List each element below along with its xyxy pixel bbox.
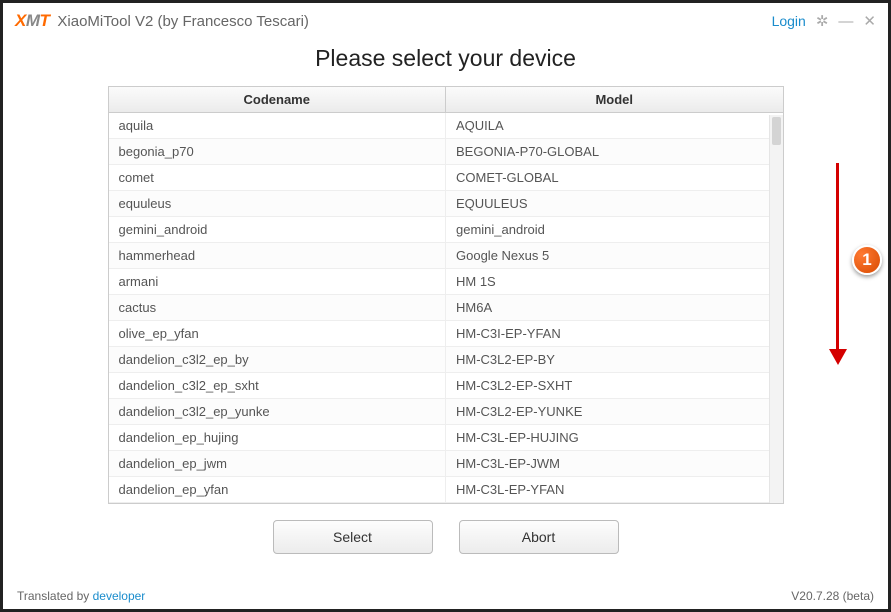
minimize-icon[interactable]: — xyxy=(838,13,853,30)
cell-codename: dandelion_ep_hujing xyxy=(109,425,447,451)
cell-model: BEGONIA-P70-GLOBAL xyxy=(446,139,783,165)
annotation-arrow-head xyxy=(829,349,847,365)
footer: Translated by developer V20.7.28 (beta) xyxy=(17,589,874,603)
cell-model: COMET-GLOBAL xyxy=(446,165,783,191)
table-row[interactable]: cactusHM6A xyxy=(109,295,783,321)
table-row[interactable]: dandelion_ep_hujingHM-C3L-EP-HUJING xyxy=(109,425,783,451)
cell-codename: comet xyxy=(109,165,447,191)
cell-codename: gemini_android xyxy=(109,217,447,243)
cell-codename: begonia_p70 xyxy=(109,139,447,165)
cell-codename: dandelion_ep_yfan xyxy=(109,477,447,503)
cell-codename: dandelion_ep_jwm xyxy=(109,451,447,477)
table-row[interactable]: cometCOMET-GLOBAL xyxy=(109,165,783,191)
cell-model: Google Nexus 5 xyxy=(446,243,783,269)
cell-codename: hammerhead xyxy=(109,243,447,269)
cell-model: HM6A xyxy=(446,295,783,321)
table-row[interactable]: begonia_p70BEGONIA-P70-GLOBAL xyxy=(109,139,783,165)
table-row[interactable]: dandelion_c3l2_ep_sxhtHM-C3L2-EP-SXHT xyxy=(109,373,783,399)
col-codename[interactable]: Codename xyxy=(109,87,447,112)
annotation-badge: 1 xyxy=(852,245,882,275)
cell-codename: olive_ep_yfan xyxy=(109,321,447,347)
table-row[interactable]: gemini_androidgemini_android xyxy=(109,217,783,243)
table-row[interactable]: armaniHM 1S xyxy=(109,269,783,295)
titlebar: XMT XiaoMiTool V2 (by Francesco Tescari)… xyxy=(3,3,888,39)
login-link[interactable]: Login xyxy=(772,13,806,29)
app-logo: XMT xyxy=(15,11,49,31)
cell-codename: cactus xyxy=(109,295,447,321)
translated-prefix: Translated by xyxy=(17,589,93,603)
close-icon[interactable]: ✕ xyxy=(863,12,876,30)
page-title: Please select your device xyxy=(3,45,888,72)
logo-letter-m: M xyxy=(26,11,40,30)
app-title: XiaoMiTool V2 (by Francesco Tescari) xyxy=(57,13,308,30)
table-row[interactable]: equuleusEQUULEUS xyxy=(109,191,783,217)
table-body: aquilaAQUILAbegonia_p70BEGONIA-P70-GLOBA… xyxy=(109,113,783,503)
settings-icon[interactable]: ✲ xyxy=(816,12,829,30)
logo-letter-x: X xyxy=(15,11,26,30)
cell-model: gemini_android xyxy=(446,217,783,243)
version-label: V20.7.28 (beta) xyxy=(791,589,874,603)
cell-model: HM-C3L2-EP-SXHT xyxy=(446,373,783,399)
cell-model: HM-C3I-EP-YFAN xyxy=(446,321,783,347)
cell-codename: dandelion_c3l2_ep_sxht xyxy=(109,373,447,399)
cell-codename: dandelion_c3l2_ep_yunke xyxy=(109,399,447,425)
table-row[interactable]: dandelion_ep_jwmHM-C3L-EP-JWM xyxy=(109,451,783,477)
cell-model: HM-C3L2-EP-BY xyxy=(446,347,783,373)
cell-codename: armani xyxy=(109,269,447,295)
scrollbar[interactable] xyxy=(769,115,783,503)
device-table: Codename Model aquilaAQUILAbegonia_p70BE… xyxy=(108,86,784,504)
cell-model: HM-C3L-EP-JWM xyxy=(446,451,783,477)
table-row[interactable]: aquilaAQUILA xyxy=(109,113,783,139)
col-model[interactable]: Model xyxy=(446,87,783,112)
cell-model: AQUILA xyxy=(446,113,783,139)
select-button[interactable]: Select xyxy=(273,520,433,554)
cell-model: HM-C3L2-EP-YUNKE xyxy=(446,399,783,425)
scrollbar-thumb[interactable] xyxy=(772,117,781,145)
table-row[interactable]: olive_ep_yfanHM-C3I-EP-YFAN xyxy=(109,321,783,347)
button-row: Select Abort xyxy=(3,520,888,554)
table-header: Codename Model xyxy=(109,87,783,113)
cell-model: HM 1S xyxy=(446,269,783,295)
cell-codename: dandelion_c3l2_ep_by xyxy=(109,347,447,373)
cell-model: HM-C3L-EP-YFAN xyxy=(446,477,783,503)
cell-codename: equuleus xyxy=(109,191,447,217)
logo-letter-t: T xyxy=(40,11,50,30)
developer-link[interactable]: developer xyxy=(93,589,146,603)
abort-button[interactable]: Abort xyxy=(459,520,619,554)
cell-codename: aquila xyxy=(109,113,447,139)
table-row[interactable]: dandelion_c3l2_ep_yunkeHM-C3L2-EP-YUNKE xyxy=(109,399,783,425)
table-row[interactable]: dandelion_c3l2_ep_byHM-C3L2-EP-BY xyxy=(109,347,783,373)
translated-by: Translated by developer xyxy=(17,589,145,603)
cell-model: EQUULEUS xyxy=(446,191,783,217)
cell-model: HM-C3L-EP-HUJING xyxy=(446,425,783,451)
table-row[interactable]: hammerheadGoogle Nexus 5 xyxy=(109,243,783,269)
annotation-arrow-line xyxy=(836,163,839,353)
table-row[interactable]: dandelion_ep_yfanHM-C3L-EP-YFAN xyxy=(109,477,783,503)
